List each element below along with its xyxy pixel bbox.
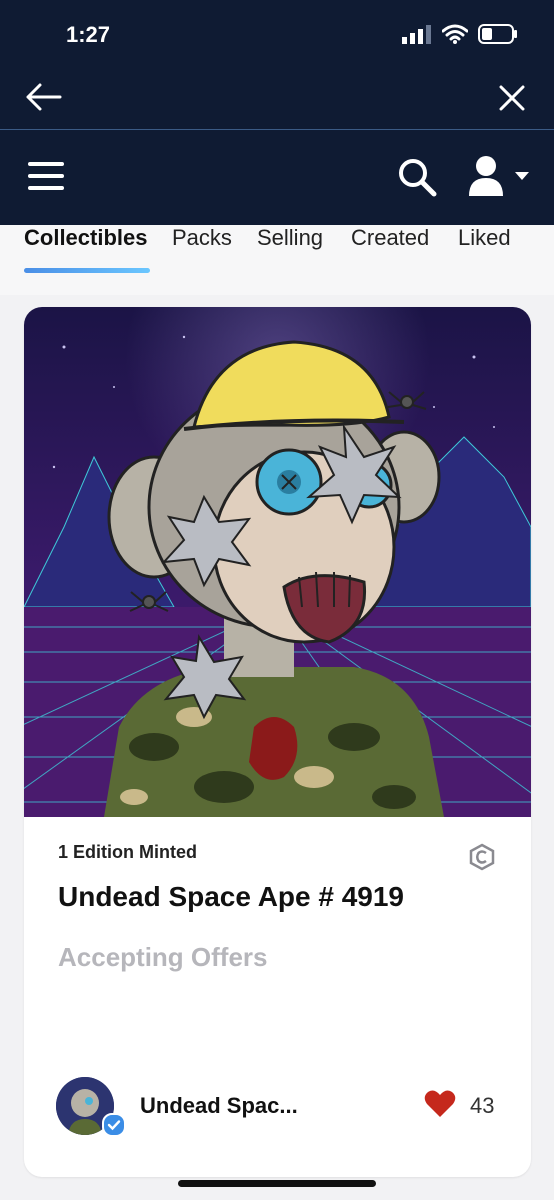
heart-icon[interactable]: [424, 1089, 456, 1119]
signal-icon: [402, 25, 431, 44]
tab-bar: Collectibles Packs Selling Created Liked: [0, 225, 554, 295]
edition-minted-label: 1 Edition Minted: [58, 842, 197, 862]
home-indicator: [178, 1180, 376, 1187]
battery-icon: [478, 24, 517, 44]
tab-collectibles[interactable]: Collectibles: [24, 225, 147, 251]
creator-name[interactable]: Undead Spac...: [140, 1093, 298, 1119]
copyright-badge-icon[interactable]: [468, 843, 496, 871]
app-navbar: [0, 130, 554, 225]
user-menu-button[interactable]: [466, 152, 536, 200]
top-bar: 1:27: [0, 0, 554, 130]
tab-liked[interactable]: Liked: [458, 225, 511, 251]
tab-selling[interactable]: Selling: [257, 225, 323, 251]
likes-count: 43: [470, 1093, 495, 1118]
tab-packs[interactable]: Packs: [172, 225, 232, 251]
close-icon[interactable]: [498, 84, 526, 112]
status-icons: [402, 24, 518, 44]
collectible-card[interactable]: 1 Edition Minted Undead Space Ape # 4919…: [24, 307, 531, 1177]
back-arrow-icon[interactable]: [24, 80, 64, 114]
nft-artwork-image[interactable]: [24, 307, 531, 817]
active-tab-indicator: [24, 268, 150, 273]
listing-status: Accepting Offers: [58, 942, 268, 972]
collectible-title[interactable]: Undead Space Ape # 4919: [58, 881, 404, 913]
status-time: 1:27: [66, 22, 111, 47]
search-icon[interactable]: [396, 156, 438, 198]
tab-created[interactable]: Created: [351, 225, 429, 251]
user-icon: [469, 156, 503, 196]
verified-icon: [102, 1113, 126, 1137]
menu-icon[interactable]: [28, 158, 64, 194]
wifi-icon: [442, 24, 468, 44]
chevron-down-icon: [515, 172, 529, 180]
